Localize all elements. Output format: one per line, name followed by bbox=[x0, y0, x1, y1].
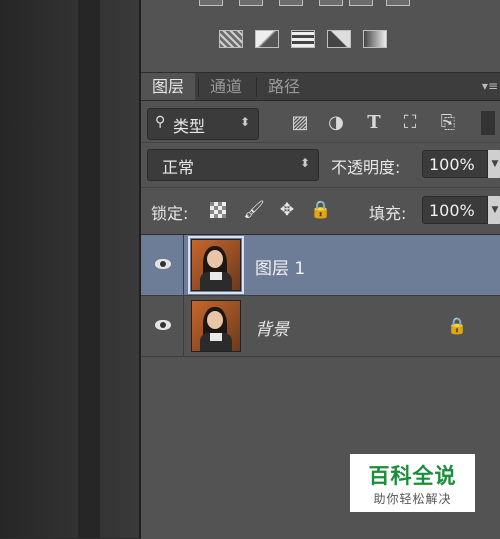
smart-object-filter-icon[interactable]: ⎘ bbox=[437, 112, 459, 134]
visibility-toggle[interactable] bbox=[141, 296, 184, 356]
opacity-label: 不透明度: bbox=[331, 158, 401, 177]
layer-filter-select[interactable]: ⚲ 类型 ⬍ bbox=[147, 108, 259, 140]
lock-transparent-pixels-icon[interactable] bbox=[207, 199, 229, 221]
lock-position-icon[interactable]: ✥ bbox=[276, 199, 298, 221]
posterize-icon[interactable] bbox=[255, 30, 279, 48]
lock-icon: 🔒 bbox=[447, 316, 467, 335]
exposure-adjust-icon[interactable] bbox=[319, 0, 343, 6]
gradient-map-icon[interactable] bbox=[363, 30, 387, 48]
pixel-filter-icon[interactable]: ▨ bbox=[289, 112, 311, 134]
tab-channels[interactable]: 通道 bbox=[199, 73, 253, 100]
left-toolbar-strip bbox=[78, 0, 100, 538]
chevron-updown-icon: ⬍ bbox=[299, 156, 310, 170]
filter-type-label: 类型 bbox=[173, 117, 206, 136]
selective-color-icon[interactable] bbox=[327, 30, 351, 48]
tab-layers[interactable]: 图层 bbox=[141, 73, 196, 100]
layer-row[interactable]: 图层 1 bbox=[141, 235, 500, 296]
divider bbox=[141, 187, 500, 188]
eye-icon bbox=[155, 320, 171, 330]
tab-paths[interactable]: 路径 bbox=[257, 73, 311, 100]
blend-mode-value: 正常 bbox=[162, 158, 195, 177]
watermark-title: 百科全说 bbox=[368, 464, 457, 488]
shape-filter-icon[interactable]: ⛶ bbox=[399, 112, 421, 134]
layer-name[interactable]: 背景 bbox=[255, 315, 289, 340]
search-icon: ⚲ bbox=[155, 114, 166, 130]
left-gutter bbox=[0, 0, 140, 538]
layer-row[interactable]: 背景 🔒 bbox=[141, 296, 500, 357]
panel-tab-bar: 图层 通道 路径 ▾≡ bbox=[141, 73, 500, 101]
threshold-icon[interactable] bbox=[291, 30, 315, 48]
text-filter-icon[interactable]: T bbox=[363, 112, 385, 134]
brightness-adjust-icon[interactable] bbox=[199, 0, 223, 6]
visibility-toggle[interactable] bbox=[141, 235, 184, 295]
lock-label: 锁定: bbox=[151, 204, 189, 223]
adjustment-filter-icon[interactable]: ◑ bbox=[325, 112, 347, 134]
chevron-updown-icon: ⬍ bbox=[239, 115, 250, 129]
panel-menu-icon[interactable]: ▾≡ bbox=[482, 79, 498, 93]
divider bbox=[141, 142, 500, 143]
fill-label: 填充: bbox=[369, 204, 407, 223]
adjustments-icon-grid bbox=[141, 0, 500, 73]
invert-icon[interactable] bbox=[219, 30, 243, 48]
fill-field[interactable]: 100% bbox=[422, 196, 488, 224]
watermark-subtitle: 助你轻松解决 bbox=[373, 492, 452, 506]
curves-adjust-icon[interactable] bbox=[279, 0, 303, 6]
vibrance-adjust-icon[interactable] bbox=[349, 0, 373, 6]
lock-image-pixels-icon[interactable]: 🖌 bbox=[243, 199, 265, 221]
eye-icon bbox=[155, 259, 171, 269]
watermark-logo: 百科全说 助你轻松解决 bbox=[350, 454, 475, 512]
opacity-field[interactable]: 100% bbox=[422, 150, 488, 178]
layer-name[interactable]: 图层 1 bbox=[255, 254, 305, 279]
filter-toggle-icon[interactable] bbox=[481, 111, 495, 135]
layer-thumbnail[interactable] bbox=[188, 236, 244, 294]
fill-dropdown-icon[interactable]: ▼ bbox=[488, 196, 500, 224]
blend-mode-select[interactable]: 正常 ⬍ bbox=[147, 149, 319, 181]
levels-adjust-icon[interactable] bbox=[239, 0, 263, 6]
layer-thumbnail[interactable] bbox=[191, 300, 241, 352]
hue-adjust-icon[interactable] bbox=[386, 0, 410, 6]
lock-all-icon[interactable]: 🔒 bbox=[310, 199, 332, 221]
opacity-dropdown-icon[interactable]: ▼ bbox=[488, 150, 500, 178]
